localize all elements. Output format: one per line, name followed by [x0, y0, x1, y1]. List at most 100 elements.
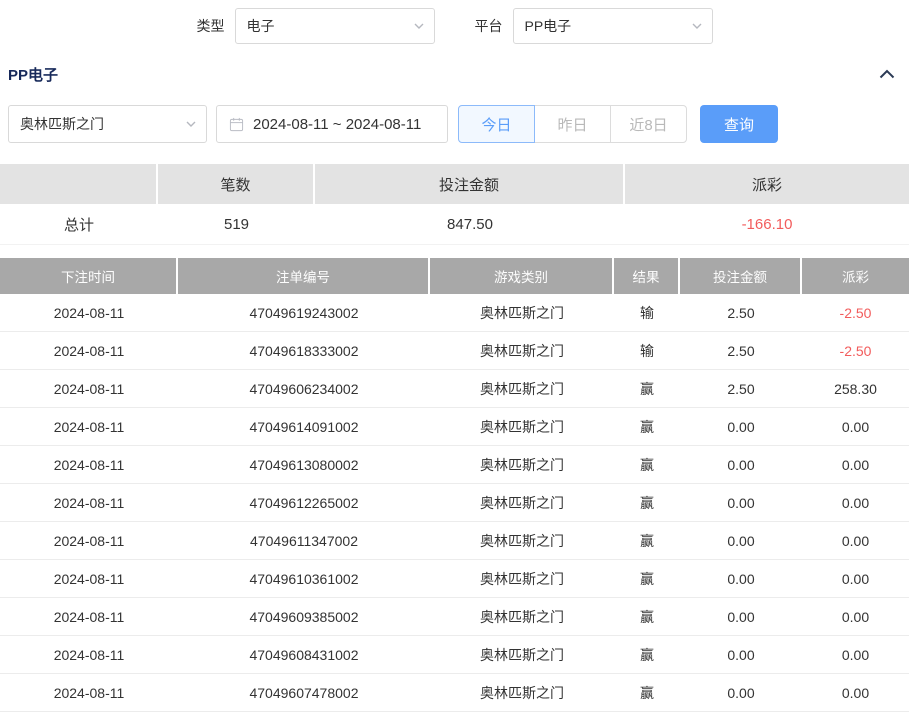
- cell-bet-time: 2024-08-11: [0, 370, 178, 408]
- cell-game-type: 奥林匹斯之门: [430, 370, 614, 408]
- cell-result: 赢: [614, 636, 680, 674]
- cell-payout: 0.00: [802, 408, 909, 446]
- cell-result: 赢: [614, 522, 680, 560]
- cell-bet-id: 47049609385002: [178, 598, 430, 636]
- game-select-value: 奥林匹斯之门: [20, 114, 104, 134]
- quick-button-today[interactable]: 今日: [458, 105, 535, 143]
- cell-bet-amount: 0.00: [680, 598, 802, 636]
- cell-bet-time: 2024-08-11: [0, 294, 178, 332]
- cell-bet-time: 2024-08-11: [0, 598, 178, 636]
- cell-payout: -2.50: [802, 294, 909, 332]
- quick-button-last8days[interactable]: 近8日: [610, 105, 687, 143]
- cell-bet-amount: 0.00: [680, 446, 802, 484]
- cell-result: 赢: [614, 674, 680, 712]
- header-bet-amount: 投注金额: [680, 258, 802, 294]
- cell-bet-amount: 0.00: [680, 408, 802, 446]
- cell-bet-amount: 0.00: [680, 560, 802, 598]
- cell-bet-id: 47049618333002: [178, 332, 430, 370]
- cell-game-type: 奥林匹斯之门: [430, 560, 614, 598]
- cell-result: 赢: [614, 408, 680, 446]
- cell-payout: 258.30: [802, 370, 909, 408]
- cell-bet-amount: 0.00: [680, 636, 802, 674]
- header-payout: 派彩: [802, 258, 909, 294]
- summary-header-row: 笔数 投注金额 派彩: [0, 164, 909, 204]
- cell-result: 赢: [614, 598, 680, 636]
- cell-payout: 0.00: [802, 560, 909, 598]
- summary-total-row: 总计 519 847.50 -166.10: [0, 204, 909, 245]
- query-button[interactable]: 查询: [700, 105, 778, 143]
- chevron-down-icon: [414, 23, 424, 29]
- cell-bet-id: 47049619243002: [178, 294, 430, 332]
- cell-result: 赢: [614, 446, 680, 484]
- section-header: PP电子: [0, 64, 909, 84]
- filter-row: 奥林匹斯之门 2024-08-11 ~ 2024-08-11 今日 昨日 近8日…: [8, 105, 901, 143]
- chevron-down-icon: [186, 121, 196, 127]
- cell-payout: 0.00: [802, 446, 909, 484]
- cell-result: 赢: [614, 370, 680, 408]
- date-range-picker[interactable]: 2024-08-11 ~ 2024-08-11: [216, 105, 448, 143]
- table-row: 2024-08-1147049609385002奥林匹斯之门赢0.000.00: [0, 598, 909, 636]
- table-row: 2024-08-1147049607478002奥林匹斯之门赢0.000.00: [0, 674, 909, 712]
- cell-game-type: 奥林匹斯之门: [430, 332, 614, 370]
- cell-payout: -2.50: [802, 332, 909, 370]
- cell-result: 输: [614, 332, 680, 370]
- cell-payout: 0.00: [802, 598, 909, 636]
- type-select[interactable]: 电子: [235, 8, 435, 44]
- summary-header-count: 笔数: [158, 164, 315, 204]
- summary-payout-value: -166.10: [625, 204, 909, 245]
- cell-bet-id: 47049614091002: [178, 408, 430, 446]
- table-row: 2024-08-1147049612265002奥林匹斯之门赢0.000.00: [0, 484, 909, 522]
- cell-bet-time: 2024-08-11: [0, 332, 178, 370]
- cell-bet-time: 2024-08-11: [0, 560, 178, 598]
- cell-bet-time: 2024-08-11: [0, 522, 178, 560]
- calendar-icon: [229, 117, 244, 132]
- quick-button-yesterday[interactable]: 昨日: [534, 105, 611, 143]
- cell-game-type: 奥林匹斯之门: [430, 598, 614, 636]
- cell-result: 赢: [614, 484, 680, 522]
- platform-select[interactable]: PP电子: [513, 8, 713, 44]
- cell-bet-id: 47049613080002: [178, 446, 430, 484]
- cell-bet-time: 2024-08-11: [0, 446, 178, 484]
- cell-bet-time: 2024-08-11: [0, 636, 178, 674]
- cell-bet-time: 2024-08-11: [0, 408, 178, 446]
- cell-payout: 0.00: [802, 484, 909, 522]
- cell-bet-id: 47049611347002: [178, 522, 430, 560]
- quick-date-group: 今日 昨日 近8日: [458, 105, 687, 143]
- cell-game-type: 奥林匹斯之门: [430, 294, 614, 332]
- table-row: 2024-08-1147049610361002奥林匹斯之门赢0.000.00: [0, 560, 909, 598]
- cell-result: 输: [614, 294, 680, 332]
- cell-game-type: 奥林匹斯之门: [430, 484, 614, 522]
- cell-bet-amount: 2.50: [680, 294, 802, 332]
- date-range-value: 2024-08-11 ~ 2024-08-11: [253, 116, 421, 133]
- table-row: 2024-08-1147049614091002奥林匹斯之门赢0.000.00: [0, 408, 909, 446]
- cell-bet-amount: 0.00: [680, 522, 802, 560]
- cell-bet-id: 47049610361002: [178, 560, 430, 598]
- table-row: 2024-08-1147049619243002奥林匹斯之门输2.50-2.50: [0, 294, 909, 332]
- chevron-up-icon[interactable]: [879, 69, 895, 79]
- table-row: 2024-08-1147049618333002奥林匹斯之门输2.50-2.50: [0, 332, 909, 370]
- table-row: 2024-08-1147049611347002奥林匹斯之门赢0.000.00: [0, 522, 909, 560]
- summary-count-value: 519: [158, 204, 315, 245]
- table-header-row: 下注时间 注单编号 游戏类别 结果 投注金额 派彩: [0, 258, 909, 294]
- table-row: 2024-08-1147049606234002奥林匹斯之门赢2.50258.3…: [0, 370, 909, 408]
- cell-bet-amount: 2.50: [680, 370, 802, 408]
- chevron-down-icon: [692, 23, 702, 29]
- header-game-type: 游戏类别: [430, 258, 614, 294]
- game-select[interactable]: 奥林匹斯之门: [8, 105, 207, 143]
- header-result: 结果: [614, 258, 680, 294]
- section-title: PP电子: [8, 64, 58, 85]
- table-row: 2024-08-1147049608431002奥林匹斯之门赢0.000.00: [0, 636, 909, 674]
- cell-payout: 0.00: [802, 674, 909, 712]
- summary-table: 笔数 投注金额 派彩 总计 519 847.50 -166.10: [0, 164, 909, 245]
- type-label: 类型: [197, 16, 225, 36]
- cell-payout: 0.00: [802, 522, 909, 560]
- header-bet-id: 注单编号: [178, 258, 430, 294]
- cell-bet-amount: 0.00: [680, 484, 802, 522]
- cell-game-type: 奥林匹斯之门: [430, 408, 614, 446]
- summary-header-bet-amount: 投注金额: [315, 164, 625, 204]
- cell-game-type: 奥林匹斯之门: [430, 636, 614, 674]
- cell-bet-time: 2024-08-11: [0, 674, 178, 712]
- summary-header-empty: [0, 164, 158, 204]
- cell-bet-amount: 0.00: [680, 674, 802, 712]
- cell-bet-id: 47049606234002: [178, 370, 430, 408]
